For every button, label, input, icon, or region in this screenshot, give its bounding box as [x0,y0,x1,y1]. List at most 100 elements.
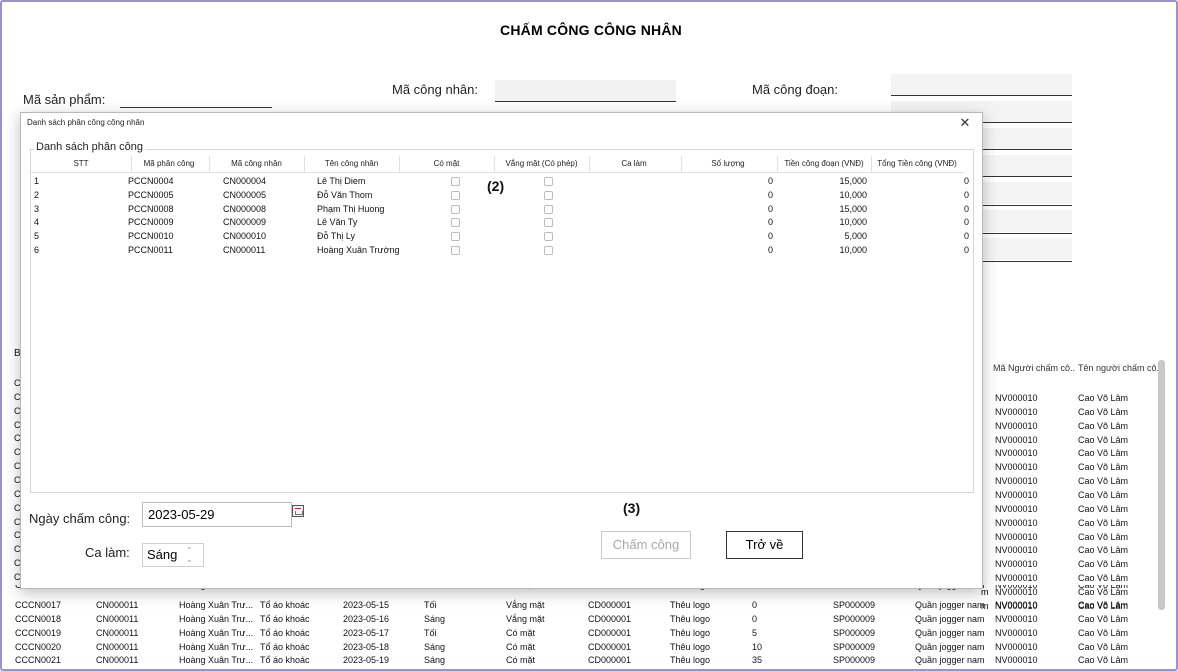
cell-assign-code: PCCN0009 [128,217,174,228]
cell-checker-name: Cao Võ Lâm [1078,559,1129,570]
cell-quantity: 0 [767,176,773,186]
table-cell: Sáng [424,655,446,666]
col-assign-code[interactable]: Mã phân công [131,159,207,168]
table-cell: Vắng mặt [506,600,545,610]
absent-checkbox[interactable] [544,232,553,242]
table-cell: SP000009 [833,655,876,666]
header-checker-name[interactable]: Tên người chấm cô... [1078,363,1158,373]
stage-code-input[interactable] [891,74,1072,96]
col-shift[interactable]: Ca làm [589,159,679,168]
back-button[interactable]: Trở về [726,531,803,559]
table-row[interactable]: CCCN0017 CN000011 Hoàng Xuân Trư... Tổ áo k… [10,598,1160,612]
table-row[interactable]: CCCN0019 CN000011 Hoàng Xuân Trư... Tổ áo k… [10,626,1160,640]
cell-checker-code: NV000010 [995,503,1038,514]
table-cell: Hoàng Xuân Trư... [179,641,254,652]
table-cell: CCCN0018 [15,613,62,624]
assignment-row[interactable]: 3 PCCN0008 CN000008 Phạm Thị Huong 0 15,000 0 [31,203,969,217]
spinner-arrows-icon[interactable]: ⌃ ⌄ [186,546,193,564]
assignment-row[interactable]: 5 PCCN0010 CN000010 Đỗ Thị Ly 0 5,000 0 [31,230,969,244]
shift-spinner[interactable]: Sáng ⌃ ⌄ [142,543,204,567]
cell-checker-name: Cao Võ Lâm [1078,573,1129,584]
cell-checker-name: Cao Võ Lâm [1078,393,1129,403]
present-checkbox[interactable] [451,177,460,186]
absent-checkbox[interactable] [544,177,553,186]
col-worker-code[interactable]: Mã công nhân [209,159,304,168]
attendance-date-input[interactable]: 2023-05-29 [142,502,292,527]
cell-checker-code: NV000010 [995,420,1038,431]
absent-checkbox[interactable] [544,204,553,214]
table-row[interactable]: CCCN0020 CN000011 Hoàng Xuân Trư... Tổ áo k… [10,640,1160,654]
table-cell: 0 [752,600,758,610]
cell-worker-name: Đỗ Thị Ly [317,231,356,242]
table-cell: Hoàng Xuân Trư... [179,600,254,610]
col-stt[interactable]: STT [31,159,131,168]
assignment-row[interactable]: 6 PCCN0011 CN000011 Hoàng Xuân Trường 0 10,00… [31,244,969,258]
present-checkbox[interactable] [451,246,460,255]
table-cell: Quần jogger nam [915,655,985,666]
col-quantity[interactable]: Số lượng [681,159,775,168]
table-cell: NV000010 [995,655,1038,666]
stage-code-label: Mã công đoạn: [752,82,839,97]
attendance-button[interactable]: Chấm công [601,531,691,559]
attendance-date-value: 2023-05-29 [148,507,215,522]
cell-stage-price: 5,000 [844,231,867,242]
cell-stt: 4 [34,217,40,228]
present-checkbox[interactable] [451,232,460,242]
absent-checkbox[interactable] [544,190,553,200]
table-cell: Hoàng Xuân Trư... [179,613,254,624]
cell-total: 0 [963,231,969,242]
cell-assign-code: PCCN0005 [128,189,174,200]
product-code-input[interactable] [120,86,272,108]
table-cell: NV000010 [995,627,1038,638]
col-total[interactable]: Tổng Tiền công (VNĐ) [871,159,963,168]
table-cell: CD000001 [588,627,632,638]
present-checkbox[interactable] [451,190,460,200]
col-absent[interactable]: Vắng mặt (Có phép) [494,159,589,168]
table-cell: SP000009 [833,600,876,610]
assignment-grid-header: STT Mã phân công Mã công nhân Tên công n… [31,156,964,173]
col-present[interactable]: Có mặt [399,159,494,168]
cell-checker-name: Cao Võ Lâm [1078,531,1129,542]
calendar-icon[interactable] [292,505,304,517]
table-cell: NV000010 [995,641,1038,652]
table-cell: Thêu logo [670,600,711,610]
header-checker-code[interactable]: Mã Người chấm cô... [993,363,1075,373]
cell-stt: 1 [34,176,40,186]
absent-checkbox[interactable] [544,218,553,228]
col-stage-price[interactable]: Tiền công đoạn (VNĐ) [777,159,871,168]
worker-code-input[interactable] [495,80,676,102]
product-code-label: Mã sản phẩm: [23,92,106,107]
table-cell: SP000009 [833,613,876,624]
close-icon[interactable]: ✕ [956,114,974,132]
cell-checker-code: NV000010 [995,434,1038,445]
table-row[interactable]: CCCN0018 CN000011 Hoàng Xuân Trư... Tổ áo k… [10,612,1160,626]
table-cell: Thêu logo [670,641,711,652]
cell-checker-code: NV000010 [995,559,1038,570]
cell-worker-code: CN000008 [223,203,267,214]
present-checkbox[interactable] [451,204,460,214]
table-cell: Tổ áo khoác [260,627,310,638]
attendance-table-scrollbar[interactable] [1158,360,1165,610]
table-row[interactable]: CCCN0021 CN000011 Hoàng Xuân Trư... Tổ áo k… [10,653,1160,667]
table-cell: Tổ áo khoác [260,655,310,666]
cell-stt: 3 [34,203,40,214]
cell-total: 0 [963,189,969,200]
table-cell: Quần jogger nam [915,613,985,624]
shift-value: Sáng [147,547,178,562]
stage-code-underline [891,95,1072,96]
table-cell: CCCN0020 [15,641,62,652]
cell-checker-code: NV000010 [995,393,1038,403]
col-worker-name[interactable]: Tên công nhân [304,159,399,168]
table-cell: CN000011 [96,627,139,638]
table-cell: Thêu logo [670,613,711,624]
table-cell: CD000001 [588,613,632,624]
shift-label: Ca làm: [85,545,130,560]
table-cell: Cao Võ Lâm [1078,600,1129,610]
absent-checkbox[interactable] [544,246,553,255]
assignment-row[interactable]: 4 PCCN0009 CN000009 Lê Văn Ty 0 10,000 0 [31,216,969,230]
table-cell: CCCN0019 [15,627,62,638]
cell-checker-name: Cao Võ Lâm [1078,489,1129,500]
cell-worker-code: CN000005 [223,189,267,200]
table-cell: 2023-05-15 [343,600,390,610]
present-checkbox[interactable] [451,218,460,228]
